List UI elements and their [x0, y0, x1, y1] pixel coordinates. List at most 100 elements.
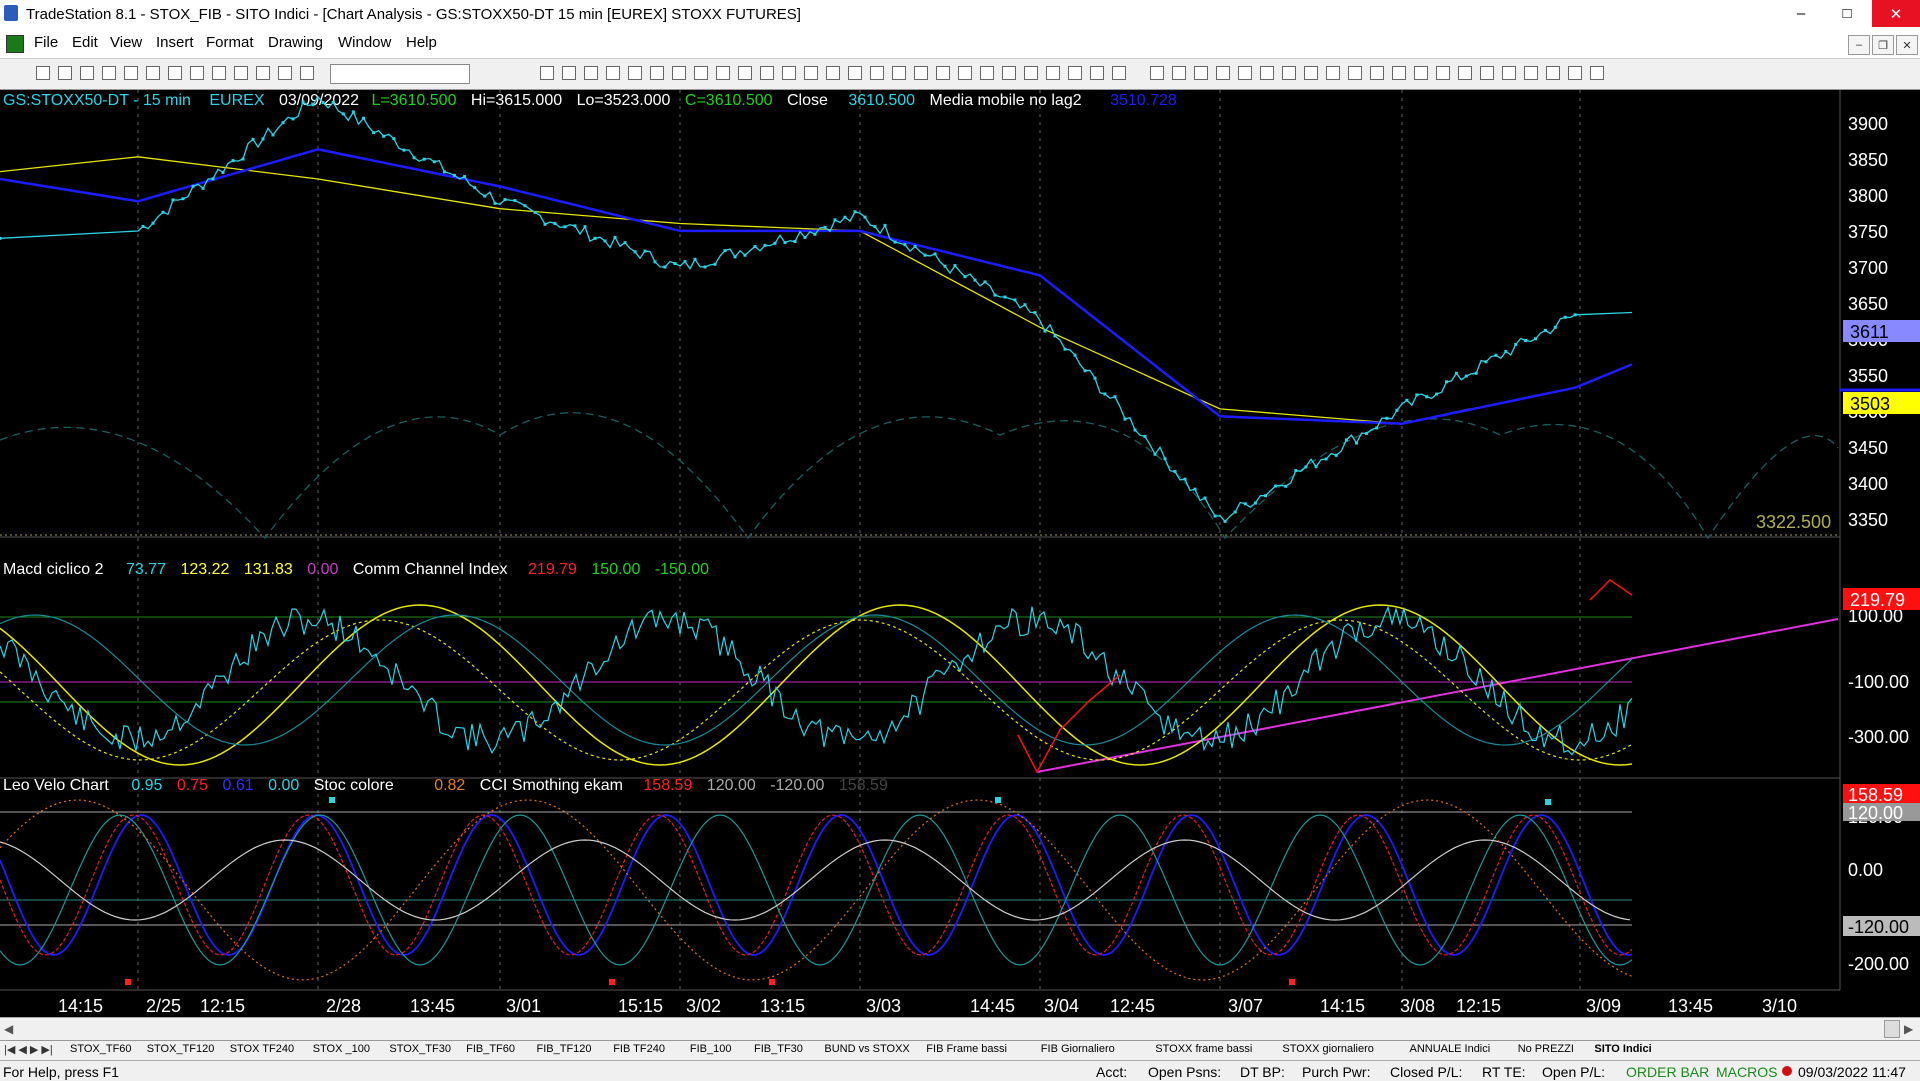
toolbar-tool-icon[interactable]: [760, 66, 774, 80]
tab-stox-tf120[interactable]: STOX_TF120: [147, 1043, 215, 1055]
toolbar-tool-icon[interactable]: [1090, 66, 1104, 80]
chart-area[interactable]: GS:STOXX50-DT - 15 min EUREX 03/09/2022 …: [0, 90, 1920, 1015]
tab-bund-vs-stoxx[interactable]: BUND vs STOXX: [824, 1043, 909, 1055]
toolbar-tool-icon[interactable]: [190, 66, 204, 80]
maximize-button[interactable]: □: [1824, 0, 1870, 27]
toolbar-tool-icon[interactable]: [168, 66, 182, 80]
toolbar-tool-icon[interactable]: [1216, 66, 1230, 80]
horizontal-scrollbar[interactable]: ◀ ▶: [0, 1017, 1920, 1040]
scroll-left-icon[interactable]: ◀: [4, 1022, 13, 1036]
toolbar-tool-icon[interactable]: [1046, 66, 1060, 80]
toolbar-tool-icon[interactable]: [1392, 66, 1406, 80]
tab-sito-indici[interactable]: SITO Indici: [1594, 1043, 1651, 1055]
toolbar-tool-icon[interactable]: [146, 66, 160, 80]
tab-annuale-indici[interactable]: ANNUALE Indici: [1410, 1043, 1491, 1055]
toolbar-tool-icon[interactable]: [256, 66, 270, 80]
tab-no-prezzi[interactable]: No PREZZI: [1518, 1043, 1574, 1055]
toolbar-tool-icon[interactable]: [278, 66, 292, 80]
tab-fib-frame-bassi[interactable]: FIB Frame bassi: [926, 1043, 1007, 1055]
toolbar-tool-icon[interactable]: [716, 66, 730, 80]
toolbar-tool-icon[interactable]: [1590, 66, 1604, 80]
order-bar-button[interactable]: ORDER BAR: [1626, 1064, 1709, 1080]
toolbar-tool-icon[interactable]: [1282, 66, 1296, 80]
toolbar-tool-icon[interactable]: [1194, 66, 1208, 80]
tab-stox-tf240[interactable]: STOX TF240: [230, 1043, 294, 1055]
scroll-right-icon[interactable]: ▶: [1904, 1022, 1913, 1036]
toolbar-tool-icon[interactable]: [650, 66, 664, 80]
toolbar-tool-icon[interactable]: [234, 66, 248, 80]
tab-fib-giornaliero[interactable]: FIB Giornaliero: [1041, 1043, 1115, 1055]
toolbar-tool-icon[interactable]: [36, 66, 50, 80]
mdi-minimize-button[interactable]: –: [1848, 35, 1870, 55]
toolbar-tool-icon[interactable]: [848, 66, 862, 80]
toolbar-tool-icon[interactable]: [1414, 66, 1428, 80]
toolbar-tool-icon[interactable]: [1112, 66, 1126, 80]
toolbar-tool-icon[interactable]: [540, 66, 554, 80]
toolbar-tool-icon[interactable]: [606, 66, 620, 80]
toolbar-tool-icon[interactable]: [1304, 66, 1318, 80]
tab-stoxx-frame-bassi[interactable]: STOXX frame bassi: [1155, 1043, 1252, 1055]
menu-insert[interactable]: Insert: [156, 34, 194, 51]
menu-drawing[interactable]: Drawing: [268, 34, 323, 51]
toolbar-tool-icon[interactable]: [826, 66, 840, 80]
toolbar-tool-icon[interactable]: [782, 66, 796, 80]
toolbar-tool-icon[interactable]: [1568, 66, 1582, 80]
toolbar-tool-icon[interactable]: [124, 66, 138, 80]
menu-format[interactable]: Format: [206, 34, 254, 51]
toolbar-tool-icon[interactable]: [1326, 66, 1340, 80]
toolbar-tool-icon[interactable]: [804, 66, 818, 80]
toolbar-tool-icon[interactable]: [80, 66, 94, 80]
tab-stox-100[interactable]: STOX _100: [313, 1043, 370, 1055]
toolbar-tool-icon[interactable]: [1002, 66, 1016, 80]
toolbar-tool-icon[interactable]: [1150, 66, 1164, 80]
tab-fib-tf60[interactable]: FIB_TF60: [466, 1043, 515, 1055]
toolbar-tool-icon[interactable]: [914, 66, 928, 80]
menu-window[interactable]: Window: [338, 34, 391, 51]
toolbar-tool-icon[interactable]: [1436, 66, 1450, 80]
tab-fib-tf30[interactable]: FIB_TF30: [754, 1043, 803, 1055]
toolbar-tool-icon[interactable]: [584, 66, 598, 80]
toolbar-tool-icon[interactable]: [300, 66, 314, 80]
scroll-thumb[interactable]: [1884, 1020, 1900, 1038]
toolbar-tool-icon[interactable]: [58, 66, 72, 80]
toolbar-tool-icon[interactable]: [738, 66, 752, 80]
toolbar-tool-icon[interactable]: [1348, 66, 1362, 80]
tab-fib-tf240[interactable]: FIB TF240: [613, 1043, 665, 1055]
toolbar-tool-icon[interactable]: [1238, 66, 1252, 80]
toolbar-tool-icon[interactable]: [102, 66, 116, 80]
menu-help[interactable]: Help: [406, 34, 437, 51]
menu-file[interactable]: File: [34, 34, 58, 51]
tab-fib-100[interactable]: FIB_100: [690, 1043, 732, 1055]
toolbar-tool-icon[interactable]: [1260, 66, 1274, 80]
toolbar-tool-icon[interactable]: [870, 66, 884, 80]
toolbar-tool-icon[interactable]: [1524, 66, 1538, 80]
mdi-restore-button[interactable]: ❐: [1872, 35, 1894, 55]
toolbar-tool-icon[interactable]: [1172, 66, 1186, 80]
close-button[interactable]: ✕: [1872, 0, 1920, 27]
toolbar-tool-icon[interactable]: [1370, 66, 1384, 80]
tab-stoxx-giornaliero[interactable]: STOXX giornaliero: [1282, 1043, 1374, 1055]
toolbar-tool-icon[interactable]: [1068, 66, 1082, 80]
toolbar-tool-icon[interactable]: [892, 66, 906, 80]
menu-view[interactable]: View: [110, 34, 142, 51]
minimize-button[interactable]: –: [1778, 0, 1824, 27]
toolbar-tool-icon[interactable]: [212, 66, 226, 80]
menu-edit[interactable]: Edit: [72, 34, 98, 51]
tab-stox-tf60[interactable]: STOX_TF60: [70, 1043, 132, 1055]
toolbar-tool-icon[interactable]: [694, 66, 708, 80]
tab-nav-icons[interactable]: |◀ ◀ ▶ ▶|: [4, 1043, 53, 1056]
toolbar-tool-icon[interactable]: [1024, 66, 1038, 80]
toolbar-tool-icon[interactable]: [958, 66, 972, 80]
toolbar-tool-icon[interactable]: [1458, 66, 1472, 80]
tab-fib-tf120[interactable]: FIB_TF120: [537, 1043, 592, 1055]
toolbar-tool-icon[interactable]: [936, 66, 950, 80]
symbol-combo[interactable]: [330, 64, 470, 84]
toolbar-tool-icon[interactable]: [628, 66, 642, 80]
tab-stox-tf30[interactable]: STOX_TF30: [389, 1043, 451, 1055]
toolbar-tool-icon[interactable]: [672, 66, 686, 80]
toolbar-tool-icon[interactable]: [980, 66, 994, 80]
toolbar-tool-icon[interactable]: [1480, 66, 1494, 80]
toolbar-tool-icon[interactable]: [1502, 66, 1516, 80]
macros-button[interactable]: MACROS: [1716, 1064, 1777, 1080]
mdi-close-button[interactable]: ✕: [1896, 35, 1918, 55]
